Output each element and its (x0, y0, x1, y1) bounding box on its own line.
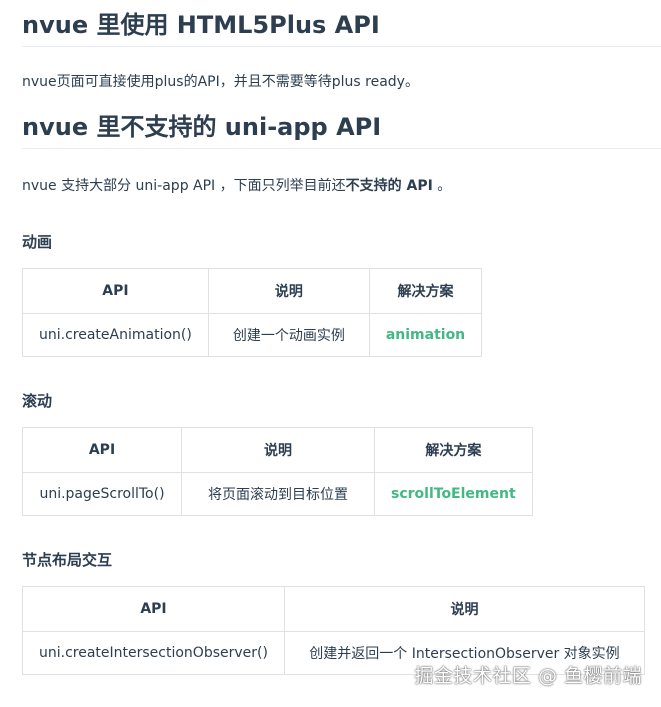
paragraph-unsupported-post: 。 (432, 178, 452, 194)
table-header-row: API 说明 (22, 586, 646, 632)
cell-description: 将页面滚动到目标位置 (181, 472, 375, 516)
cell-api: uni.createIntersectionObserver() (22, 631, 285, 675)
solution-link-scroll[interactable]: scrollToElement (374, 472, 533, 516)
column-header-solution: 解决方案 (374, 427, 533, 473)
column-header-description: 说明 (207, 268, 370, 314)
table-row: uni.createAnimation() 创建一个动画实例 animation (22, 313, 483, 357)
subheading-node-layout: 节点布局交互 (22, 551, 113, 569)
column-header-solution: 解决方案 (368, 268, 483, 314)
paragraph-unsupported: nvue 支持大部分 uni-app API ，下面只列举目前还不支持的 API… (22, 175, 661, 197)
paragraph-html5plus: nvue页面可直接使用plus的API，并且不需要等待plus ready。 (22, 74, 419, 90)
solution-link-animation[interactable]: animation (368, 313, 483, 357)
cell-api: uni.pageScrollTo() (22, 472, 182, 516)
watermark: 掘金技术社区 @ 鱼樱前端 (414, 665, 642, 687)
column-header-description: 说明 (283, 586, 646, 632)
cell-api: uni.createAnimation() (22, 313, 209, 357)
table-header-row: API 说明 解决方案 (22, 427, 533, 473)
section-heading-unsupported: nvue 里不支持的 uni-app API (22, 112, 661, 149)
column-header-api: API (22, 268, 209, 314)
column-header-api: API (22, 586, 285, 632)
paragraph-unsupported-bold: 不支持的 API (345, 178, 433, 194)
document-content: nvue 里使用 HTML5Plus API nvue页面可直接使用plus的A… (22, 0, 661, 675)
subheading-scroll: 滚动 (22, 392, 53, 410)
animation-table: API 说明 解决方案 uni.createAnimation() 创建一个动画… (22, 268, 483, 357)
column-header-api: API (22, 427, 182, 473)
column-header-description: 说明 (181, 427, 375, 473)
table-row: uni.pageScrollTo() 将页面滚动到目标位置 scrollToEl… (22, 472, 533, 516)
paragraph-unsupported-pre: nvue 支持大部分 uni-app API ，下面只列举目前还 (22, 178, 346, 194)
section-heading-html5plus: nvue 里使用 HTML5Plus API (22, 10, 661, 47)
scroll-table: API 说明 解决方案 uni.pageScrollTo() 将页面滚动到目标位… (22, 427, 533, 516)
subheading-animation: 动画 (22, 233, 53, 251)
table-header-row: API 说明 解决方案 (22, 268, 483, 314)
cell-description: 创建一个动画实例 (207, 313, 370, 357)
